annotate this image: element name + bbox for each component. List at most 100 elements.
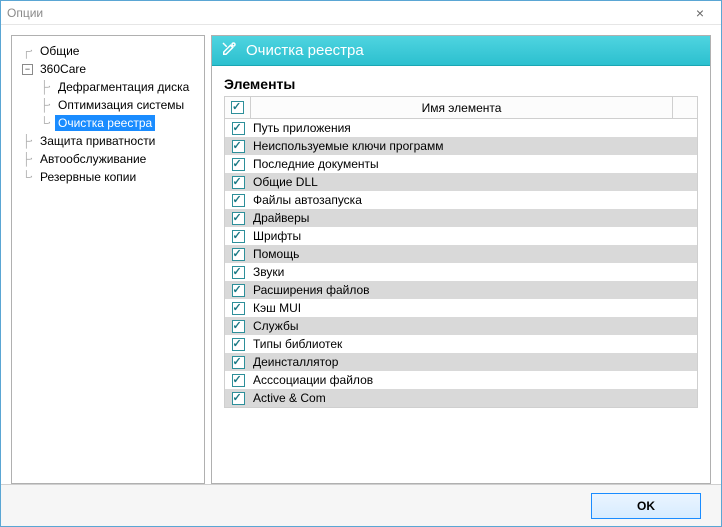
content-panel: Очистка реестра Элементы Имя элемента Пу… (211, 35, 711, 484)
close-button[interactable]: × (685, 5, 715, 21)
list-item-checkbox-cell (225, 266, 251, 279)
list-item-label: Кэш MUI (251, 301, 697, 315)
tree-item-label: Автообслуживание (37, 151, 149, 167)
tree-item-label: Очистка реестра (55, 115, 155, 131)
list-item-checkbox-cell (225, 122, 251, 135)
list-item-checkbox[interactable] (232, 230, 245, 243)
list-item-checkbox-cell (225, 338, 251, 351)
footer: OK (1, 484, 721, 526)
list-item-label: Файлы автозапуска (251, 193, 697, 207)
ok-button[interactable]: OK (591, 493, 701, 519)
tree-item[interactable]: ├‧Оптимизация системы (40, 96, 202, 114)
list-item-label: Расширения файлов (251, 283, 697, 297)
list-item-checkbox-cell (225, 212, 251, 225)
list-item[interactable]: Active & Com (225, 389, 697, 407)
list-item-checkbox-cell (225, 302, 251, 315)
list-item[interactable]: Неиспользуемые ключи программ (225, 137, 697, 155)
collapse-icon[interactable]: − (22, 64, 33, 75)
tree-connector: ├‧ (22, 152, 37, 166)
list-item-checkbox[interactable] (232, 338, 245, 351)
list-item-checkbox[interactable] (232, 158, 245, 171)
tree-item-label: Дефрагментация диска (55, 79, 192, 95)
list-item[interactable]: Кэш MUI (225, 299, 697, 317)
list-item-label: Драйверы (251, 211, 697, 225)
list-item[interactable]: Драйверы (225, 209, 697, 227)
list-item-checkbox-cell (225, 392, 251, 405)
list-item-checkbox-cell (225, 356, 251, 369)
list-item-checkbox[interactable] (232, 284, 245, 297)
list-item[interactable]: Шрифты (225, 227, 697, 245)
list-item-label: Общие DLL (251, 175, 697, 189)
tree-item[interactable]: └‧Резервные копии (22, 168, 202, 186)
list-item-checkbox[interactable] (232, 302, 245, 315)
list-item-checkbox-cell (225, 248, 251, 261)
list-item[interactable]: Асссоциации файлов (225, 371, 697, 389)
list-item-label: Службы (251, 319, 697, 333)
tree-item-label: Защита приватности (37, 133, 158, 149)
list-item-checkbox[interactable] (232, 248, 245, 261)
list-item-checkbox-cell (225, 284, 251, 297)
tree-item[interactable]: ├‧Дефрагментация диска (40, 78, 202, 96)
tree-item-label: 360Care (37, 61, 89, 77)
section-header: Очистка реестра (212, 36, 710, 66)
list-item-label: Шрифты (251, 229, 697, 243)
check-all-checkbox[interactable] (231, 101, 244, 114)
list-item-checkbox[interactable] (232, 140, 245, 153)
list-item-checkbox[interactable] (232, 392, 245, 405)
tree-item-label: Общие (37, 43, 82, 59)
list-item-checkbox[interactable] (232, 176, 245, 189)
list-item[interactable]: Общие DLL (225, 173, 697, 191)
tree-item[interactable]: ├‧Автообслуживание (22, 150, 202, 168)
list-item[interactable]: Деинсталлятор (225, 353, 697, 371)
options-window: Опции × ┌‧Общие−360Care├‧Дефрагментация … (0, 0, 722, 527)
list-item[interactable]: Файлы автозапуска (225, 191, 697, 209)
tree-item[interactable]: −360Care (22, 60, 202, 78)
list-item-checkbox-cell (225, 140, 251, 153)
list-item[interactable]: Типы библиотек (225, 335, 697, 353)
list-item[interactable]: Последние документы (225, 155, 697, 173)
tree-item-label: Резервные копии (37, 169, 139, 185)
list-item-label: Неиспользуемые ключи программ (251, 139, 697, 153)
tree-connector: └‧ (40, 116, 55, 130)
list-item[interactable]: Службы (225, 317, 697, 335)
column-header-name[interactable]: Имя элемента (251, 97, 673, 118)
list-item-checkbox[interactable] (232, 266, 245, 279)
list-item-checkbox[interactable] (232, 320, 245, 333)
list-item[interactable]: Расширения файлов (225, 281, 697, 299)
list-item-checkbox-cell (225, 320, 251, 333)
titlebar: Опции × (1, 1, 721, 25)
list-item-label: Путь приложения (251, 121, 697, 135)
list-item-label: Звуки (251, 265, 697, 279)
list-item-checkbox-cell (225, 374, 251, 387)
tree-connector: ├‧ (40, 98, 55, 112)
list-header: Имя элемента (225, 97, 697, 119)
list-item-checkbox[interactable] (232, 122, 245, 135)
tools-icon (220, 40, 238, 62)
list-item-checkbox[interactable] (232, 194, 245, 207)
tree-item[interactable]: └‧Очистка реестра (40, 114, 202, 132)
list-item[interactable]: Путь приложения (225, 119, 697, 137)
tree-item[interactable]: ├‧Защита приватности (22, 132, 202, 150)
tree-connector: ├‧ (40, 80, 55, 94)
list-item-checkbox[interactable] (232, 374, 245, 387)
tree-connector: ┌‧ (22, 44, 37, 58)
list-item-label: Асссоциации файлов (251, 373, 697, 387)
header-checkall-cell (225, 97, 251, 118)
elements-list: Имя элемента Путь приложения Неиспользуем… (224, 96, 698, 408)
list-item-label: Последние документы (251, 157, 697, 171)
column-header-extra (673, 97, 697, 118)
tree-item[interactable]: ┌‧Общие (22, 42, 202, 60)
list-item-checkbox-cell (225, 230, 251, 243)
section-title: Очистка реестра (246, 42, 364, 59)
tree-connector: └‧ (22, 170, 37, 184)
list-item-checkbox[interactable] (232, 356, 245, 369)
list-item-label: Типы библиотек (251, 337, 697, 351)
list-item-label: Помощь (251, 247, 697, 261)
list-item[interactable]: Помощь (225, 245, 697, 263)
list-item-checkbox[interactable] (232, 212, 245, 225)
list-item-label: Active & Com (251, 391, 697, 405)
list-item[interactable]: Звуки (225, 263, 697, 281)
list-item-checkbox-cell (225, 176, 251, 189)
window-title: Опции (7, 6, 685, 20)
list-item-checkbox-cell (225, 194, 251, 207)
